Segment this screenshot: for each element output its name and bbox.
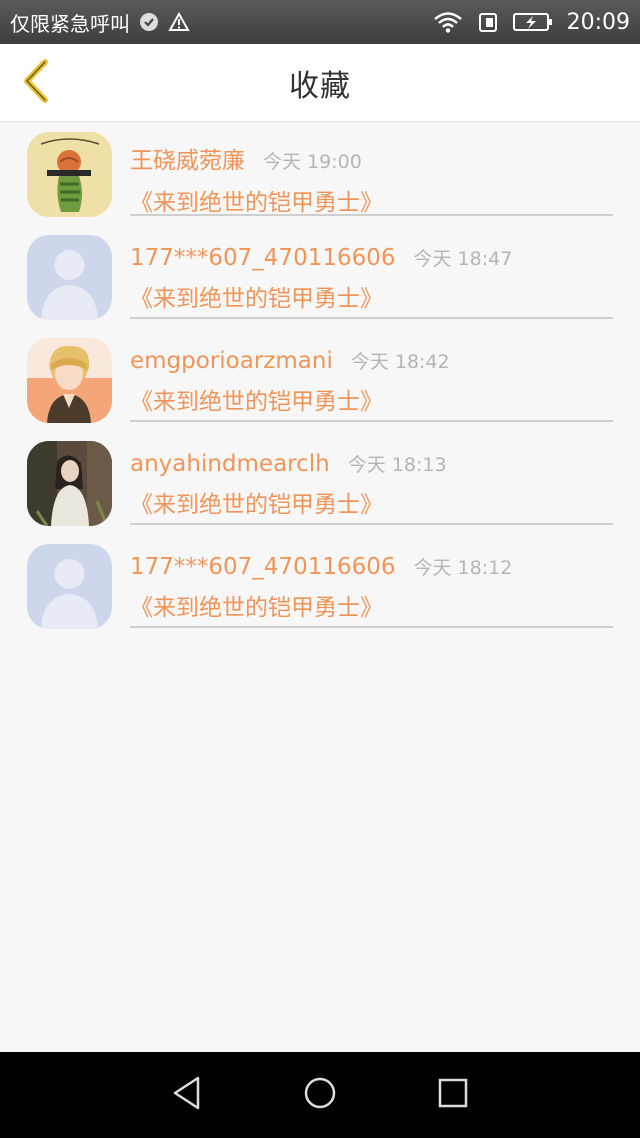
page-title: 收藏 — [289, 68, 351, 104]
favorite-entry: 王硗威菀廉 今天 19:00 《来到绝世的铠甲勇士》 — [130, 132, 613, 216]
timestamp: 今天 18:42 — [350, 351, 450, 373]
sim-icon — [477, 11, 499, 33]
nav-back-button[interactable] — [162, 1070, 212, 1120]
favorites-list: 王硗威菀廉 今天 19:00 《来到绝世的铠甲勇士》 177***607_470… — [0, 122, 640, 637]
avatar — [27, 441, 112, 526]
username[interactable]: 王硗威菀廉 — [130, 141, 245, 175]
username[interactable]: emgporioarzmani — [130, 348, 333, 374]
avatar — [27, 132, 112, 217]
list-item[interactable]: emgporioarzmani 今天 18:42 《来到绝世的铠甲勇士》 — [0, 328, 640, 431]
system-nav-bar — [0, 1052, 640, 1138]
warning-icon — [168, 12, 190, 32]
back-button[interactable] — [14, 58, 58, 108]
status-bar: 仅限紧急呼叫 20:09 — [0, 0, 640, 44]
back-triangle-icon — [170, 1075, 204, 1115]
list-item[interactable]: 177***607_470116606 今天 18:12 《来到绝世的铠甲勇士》 — [0, 534, 640, 637]
timestamp: 今天 19:00 — [263, 151, 362, 173]
book-title[interactable]: 《来到绝世的铠甲勇士》 — [130, 588, 613, 622]
timestamp: 今天 18:12 — [413, 557, 513, 579]
clock-text: 20:09 — [566, 9, 630, 35]
nav-home-button[interactable] — [295, 1070, 345, 1120]
favorite-entry: anyahindmearclh 今天 18:13 《来到绝世的铠甲勇士》 — [130, 441, 613, 525]
book-title[interactable]: 《来到绝世的铠甲勇士》 — [130, 382, 613, 416]
timestamp: 今天 18:47 — [413, 248, 513, 270]
nav-recents-button[interactable] — [428, 1070, 478, 1120]
carrier-text: 仅限紧急呼叫 — [10, 11, 130, 36]
list-item[interactable]: anyahindmearclh 今天 18:13 《来到绝世的铠甲勇士》 — [0, 431, 640, 534]
chevron-left-icon — [19, 58, 53, 108]
list-item[interactable]: 王硗威菀廉 今天 19:00 《来到绝世的铠甲勇士》 — [0, 122, 640, 225]
book-title[interactable]: 《来到绝世的铠甲勇士》 — [130, 279, 613, 313]
shield-check-icon — [138, 11, 160, 33]
timestamp: 今天 18:13 — [347, 454, 447, 476]
app-header: 收藏 — [0, 44, 640, 122]
avatar — [27, 338, 112, 423]
username[interactable]: anyahindmearclh — [130, 451, 330, 477]
book-title[interactable]: 《来到绝世的铠甲勇士》 — [130, 485, 613, 519]
favorite-entry: emgporioarzmani 今天 18:42 《来到绝世的铠甲勇士》 — [130, 338, 613, 422]
wifi-icon — [433, 11, 463, 33]
username[interactable]: 177***607_470116606 — [130, 245, 396, 271]
list-item[interactable]: 177***607_470116606 今天 18:47 《来到绝世的铠甲勇士》 — [0, 225, 640, 328]
home-circle-icon — [302, 1075, 338, 1115]
favorite-entry: 177***607_470116606 今天 18:12 《来到绝世的铠甲勇士》 — [130, 544, 613, 628]
avatar — [27, 235, 112, 320]
book-title[interactable]: 《来到绝世的铠甲勇士》 — [130, 183, 613, 217]
battery-charging-icon — [512, 11, 553, 33]
favorite-entry: 177***607_470116606 今天 18:47 《来到绝世的铠甲勇士》 — [130, 235, 613, 319]
avatar — [27, 544, 112, 629]
recents-square-icon — [436, 1076, 470, 1114]
username[interactable]: 177***607_470116606 — [130, 554, 396, 580]
